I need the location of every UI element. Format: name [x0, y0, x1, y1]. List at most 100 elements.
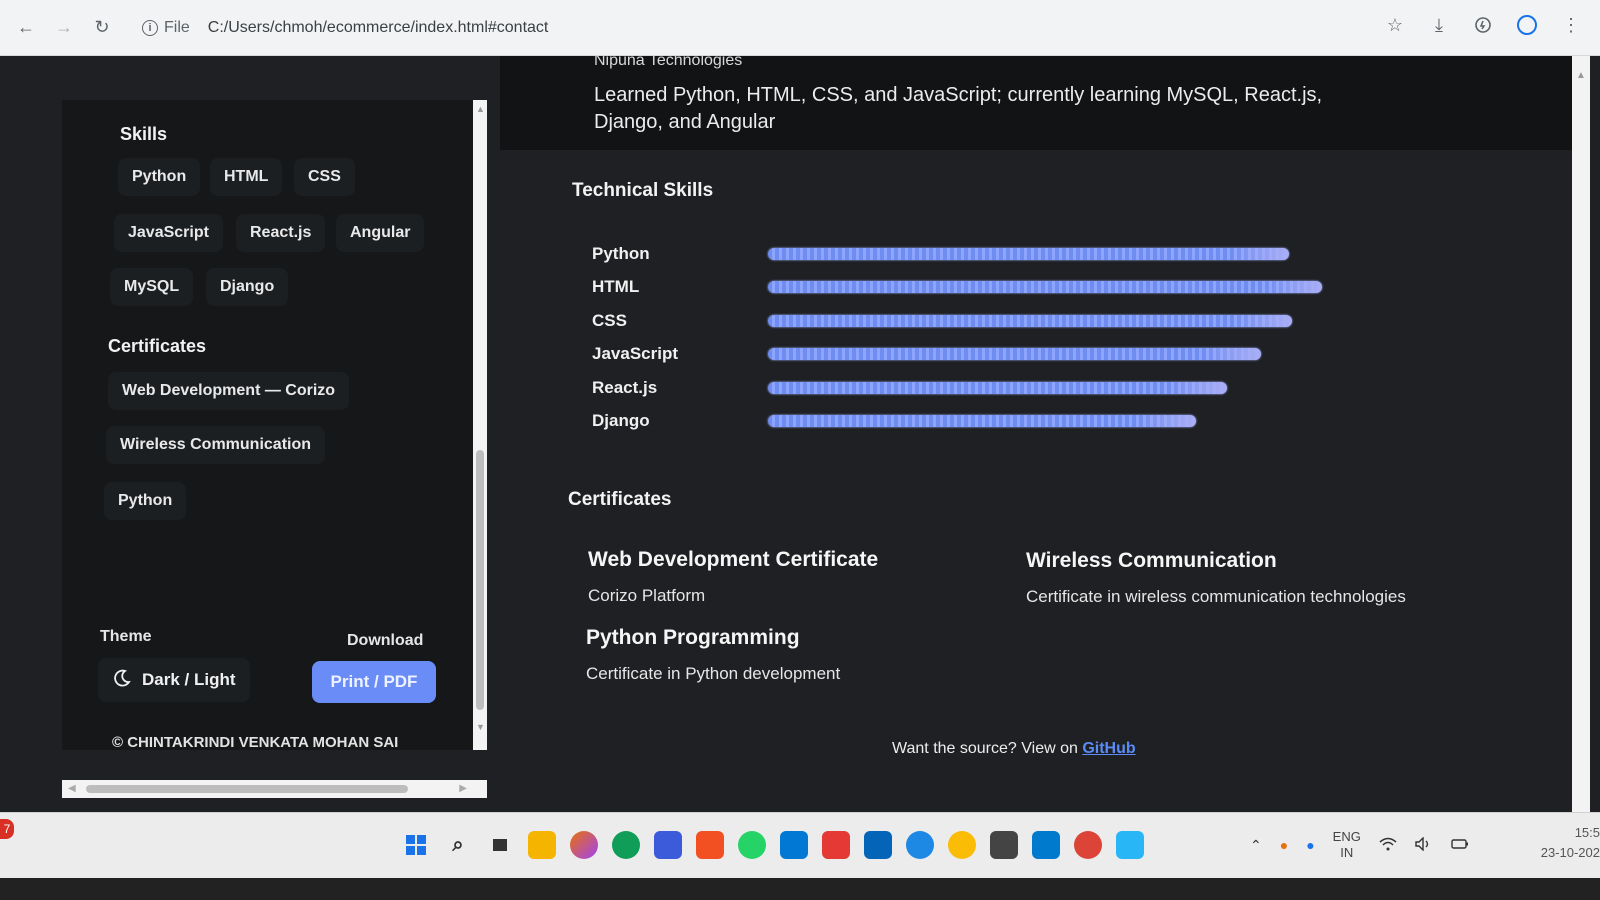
clock-time: 15:5 [1574, 825, 1600, 840]
skill-bar-fill [768, 348, 1261, 361]
brave-icon[interactable] [696, 831, 724, 859]
lang-primary: ENG [1332, 829, 1361, 844]
theme-toggle-button[interactable]: Dark / Light [98, 658, 250, 702]
skill-chip-javascript: JavaScript [114, 214, 223, 252]
url-text[interactable]: C:/Users/chmoh/ecommerce/index.html#cont… [208, 19, 549, 37]
windows-start-icon[interactable] [402, 831, 430, 859]
photos-icon[interactable] [1116, 831, 1144, 859]
skill-chip-mysql: MySQL [110, 268, 194, 306]
chrome-icon[interactable] [1074, 831, 1102, 859]
bookmark-star-icon[interactable]: ☆ [1384, 14, 1406, 36]
tray-overflow-icon[interactable]: ⌃ [1250, 837, 1262, 854]
skill-bar-track [768, 248, 1328, 260]
taskbar-app-icons: ⌕ [402, 831, 1144, 859]
sidebar-hscroll-thumb[interactable] [86, 785, 408, 793]
skill-bar-label: Django [592, 411, 650, 430]
cert-subtitle-python: Certificate in Python development [586, 664, 841, 683]
company-name: Nipuna Technologies [594, 56, 743, 69]
certificates-title: Certificates [108, 336, 207, 356]
info-icon[interactable]: i [142, 19, 158, 36]
store-icon[interactable] [780, 831, 808, 859]
outlook-icon[interactable] [864, 831, 892, 859]
download-label: Download [347, 632, 424, 649]
certificates-section-title: Certificates [568, 489, 672, 510]
sidebar-vertical-scrollbar[interactable]: ▲ ▼ [473, 100, 487, 740]
forward-icon[interactable]: → [50, 14, 78, 42]
address-bar[interactable]: i File C:/Users/chmoh/ecommerce/index.ht… [142, 11, 548, 45]
skill-bar-row: CSS [592, 309, 1328, 333]
page-viewport: Skills Python HTML CSS JavaScript React.… [0, 56, 1600, 812]
skill-bar-track [768, 415, 1328, 427]
skill-bar-row: JavaScript [592, 342, 1328, 366]
cert-chip-python: Python [104, 482, 187, 520]
calculator-icon[interactable] [654, 831, 682, 859]
scroll-left-arrow-icon[interactable]: ◀ [68, 783, 76, 794]
skill-chip-css: CSS [294, 158, 355, 196]
sidebar-vscroll-thumb[interactable] [476, 450, 484, 710]
volume-icon[interactable] [1415, 835, 1433, 854]
skill-chip-django: Django [206, 268, 289, 306]
skill-bar-track [768, 348, 1328, 361]
back-icon[interactable]: ← [12, 14, 40, 42]
cert-title-web-dev: Web Development Certificate [588, 548, 879, 571]
skill-bar-row: HTML [592, 275, 1328, 299]
whatsapp-icon[interactable] [738, 831, 766, 859]
terminal-icon[interactable] [990, 831, 1018, 859]
main-content: Nipuna Technologies Learned Python, HTML… [500, 56, 1580, 812]
tray-app-icon[interactable]: ● [1280, 837, 1288, 853]
extensions-icon[interactable] [1472, 14, 1494, 36]
browser-toolbar: ← → ↻ i File C:/Users/chmoh/ecommerce/in… [0, 0, 1600, 56]
cert-subtitle-wireless: Certificate in wireless communication te… [1026, 587, 1406, 606]
system-tray: ⌃ ● ● ENG IN [1250, 829, 1469, 861]
wifi-icon[interactable] [1379, 837, 1397, 854]
edge-icon[interactable] [612, 831, 640, 859]
skill-bar-track [768, 314, 1328, 327]
skill-bar-fill [768, 281, 1322, 294]
notification-badge[interactable]: 7 [0, 819, 14, 839]
skill-chip-html: HTML [210, 158, 283, 196]
copilot-icon[interactable] [570, 831, 598, 859]
edge-dev-icon[interactable] [906, 831, 934, 859]
cert-subtitle-web-dev: Corizo Platform [588, 586, 706, 605]
file-explorer-icon[interactable] [528, 831, 556, 859]
skill-bar-fill [768, 415, 1196, 427]
search-icon[interactable]: ⌕ [444, 831, 472, 859]
github-link[interactable]: GitHub [1082, 740, 1135, 757]
sidebar-horizontal-scrollbar[interactable]: ◀ ▶ [62, 780, 487, 798]
scroll-up-arrow-icon[interactable]: ▲ [476, 104, 485, 114]
chrome-canary-icon[interactable] [948, 831, 976, 859]
lang-secondary: IN [1340, 845, 1354, 860]
skill-bar-row: React.js [592, 376, 1328, 400]
clock[interactable]: 15:5 23-10-202 [1530, 823, 1600, 863]
scroll-down-arrow-icon[interactable]: ▼ [476, 722, 485, 732]
clock-date: 23-10-202 [1540, 845, 1600, 860]
page-vertical-scrollbar[interactable]: ▲ [1572, 56, 1590, 812]
profile-avatar-icon[interactable] [1516, 14, 1538, 36]
language-indicator[interactable]: ENG IN [1333, 829, 1361, 861]
scroll-right-arrow-icon[interactable]: ▶ [459, 783, 467, 794]
experience-block: Nipuna Technologies Learned Python, HTML… [500, 56, 1580, 150]
source-note-text: Want the source? View on [892, 740, 1083, 757]
file-label: File [164, 18, 190, 36]
download-icon[interactable]: ⤓ [1428, 14, 1450, 36]
skill-bar-label: CSS [592, 310, 627, 330]
tray-cloud-icon[interactable]: ● [1306, 837, 1314, 853]
source-note: Want the source? View on GitHub [892, 740, 1136, 758]
reload-icon[interactable]: ↻ [88, 14, 116, 42]
cert-title-python: Python Programming [586, 626, 800, 649]
technical-skills-title: Technical Skills [572, 180, 714, 201]
moon-icon [112, 668, 132, 693]
skill-chip-python: Python [118, 158, 201, 196]
cert-chip-wireless: Wireless Communication [106, 426, 326, 464]
skill-bar-track [768, 381, 1328, 394]
page-scroll-up-arrow-icon[interactable]: ▲ [1576, 70, 1586, 81]
print-pdf-button[interactable]: Print / PDF [312, 661, 436, 703]
vscode-icon[interactable] [1032, 831, 1060, 859]
sidebar-panel: Skills Python HTML CSS JavaScript React.… [62, 100, 487, 798]
skill-chip-reactjs: React.js [236, 214, 326, 252]
mcafee-icon[interactable] [822, 831, 850, 859]
battery-icon[interactable] [1451, 837, 1469, 854]
task-view-icon[interactable] [486, 831, 514, 859]
skill-bar-fill [768, 314, 1292, 327]
browser-menu-icon[interactable]: ⋮ [1560, 14, 1582, 36]
